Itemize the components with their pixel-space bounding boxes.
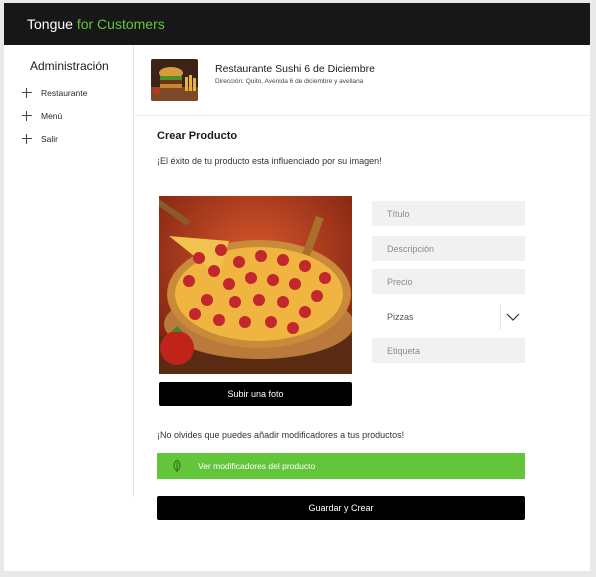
chevron-down-icon[interactable]: [500, 303, 525, 330]
plus-icon: [22, 111, 32, 121]
view-modifiers-label: Ver modificadores del producto: [198, 461, 316, 471]
product-image: [159, 196, 352, 374]
brand-primary: Tongue: [27, 16, 73, 32]
title-field[interactable]: Título: [372, 201, 525, 226]
modifiers-reminder: ¡No olvides que puedes añadir modificado…: [157, 430, 405, 440]
app-window: Tongue for Customers Administración Rest…: [4, 3, 590, 571]
brand-accent: for Customers: [76, 16, 165, 32]
sidebar: Administración Restaurante Menú Salir: [4, 45, 134, 497]
price-field[interactable]: Precio: [372, 269, 525, 294]
restaurant-name: Restaurante Sushi 6 de Diciembre: [215, 63, 375, 75]
sidebar-title: Administración: [30, 59, 109, 73]
sidebar-item-salir[interactable]: Salir: [22, 132, 58, 146]
category-select[interactable]: Pizzas: [372, 303, 525, 330]
plus-icon: [22, 88, 32, 98]
sidebar-item-label: Restaurante: [41, 88, 88, 98]
sidebar-item-menu[interactable]: Menú: [22, 109, 62, 123]
tag-field[interactable]: Etiqueta: [372, 338, 525, 363]
restaurant-header: Restaurante Sushi 6 de Diciembre Direcci…: [135, 45, 590, 116]
brand-logo[interactable]: Tongue for Customers: [27, 16, 165, 32]
plus-icon: [22, 134, 32, 144]
restaurant-thumbnail: [151, 59, 198, 101]
restaurant-address: Dirección: Quito, Avenida 6 de diciembre…: [215, 78, 364, 85]
sidebar-item-label: Salir: [41, 134, 59, 144]
leaf-icon: [172, 459, 182, 472]
category-value: Pizzas: [387, 311, 414, 322]
sidebar-item-label: Menú: [41, 111, 63, 121]
page-subtitle: ¡El éxito de tu producto esta influencia…: [157, 156, 382, 166]
view-modifiers-button[interactable]: Ver modificadores del producto: [157, 453, 525, 479]
page-title: Crear Producto: [157, 130, 238, 142]
upload-photo-button[interactable]: Subir una foto: [159, 382, 352, 406]
top-bar: Tongue for Customers: [4, 3, 590, 45]
save-create-button[interactable]: Guardar y Crear: [157, 496, 525, 520]
sidebar-item-restaurante[interactable]: Restaurante: [22, 86, 87, 100]
description-field[interactable]: Descripción: [372, 236, 525, 261]
